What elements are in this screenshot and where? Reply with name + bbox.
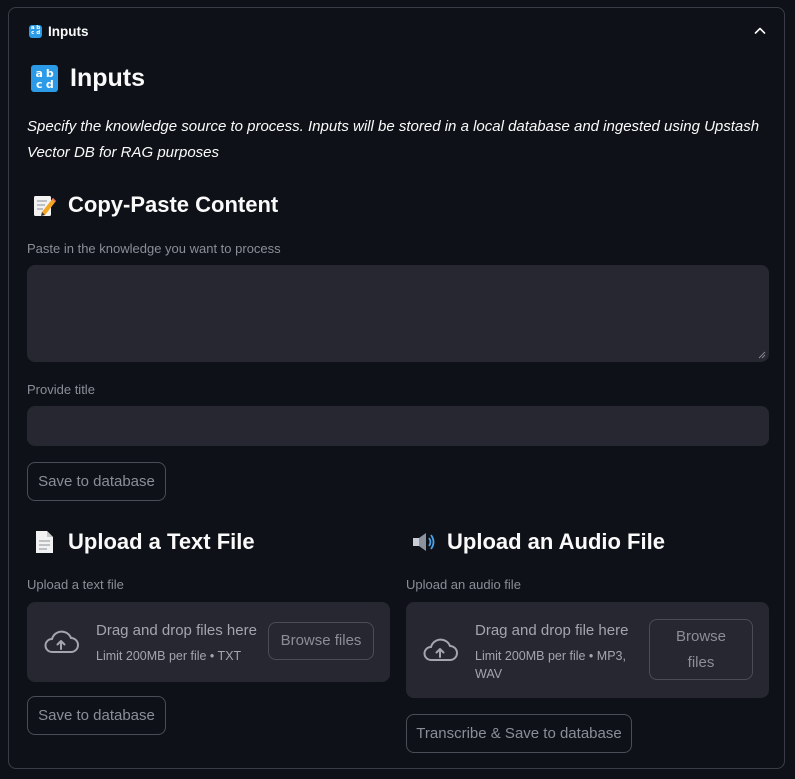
browse-files-button[interactable]: Browse files: [268, 622, 374, 660]
expander-header[interactable]: abcd Inputs: [9, 8, 784, 54]
title-label: Provide title: [27, 382, 95, 397]
resize-grip-icon[interactable]: [758, 351, 766, 359]
audio-file-dropzone[interactable]: Drag and drop file here Limit 200MB per …: [406, 602, 769, 698]
page-title-text: Inputs: [70, 64, 145, 92]
save-to-database-button[interactable]: Save to database: [27, 462, 166, 501]
page-description: Specify the knowledge source to process.…: [27, 118, 760, 161]
transcribe-save-button[interactable]: Transcribe & Save to database: [406, 714, 632, 753]
cloud-upload-icon: [44, 630, 79, 653]
page-title: abcd Inputs: [31, 64, 145, 93]
text-upload-label: Upload a text file: [27, 577, 124, 592]
textarea-label: Paste in the knowledge you want to proce…: [27, 241, 281, 256]
memo-icon: [34, 196, 56, 216]
chevron-up-icon[interactable]: [752, 23, 768, 39]
dropzone-instructions: Drag and drop files here: [96, 622, 257, 639]
text-upload-heading: Upload a Text File: [31, 529, 255, 555]
save-text-file-button[interactable]: Save to database: [27, 696, 166, 735]
inputs-expander: abcd Inputs abcd Inputs Specify the know…: [8, 7, 785, 769]
abcd-input-icon: abcd: [31, 65, 58, 92]
audio-upload-label: Upload an audio file: [406, 577, 521, 592]
audio-upload-heading: Upload an Audio File: [410, 529, 665, 555]
abcd-input-icon: abcd: [29, 24, 42, 38]
knowledge-textarea[interactable]: [27, 265, 769, 362]
audio-upload-heading-text: Upload an Audio File: [447, 529, 665, 554]
browse-files-button[interactable]: Browse files: [649, 619, 753, 680]
text-file-dropzone[interactable]: Drag and drop files here Limit 200MB per…: [27, 602, 390, 682]
title-input[interactable]: [27, 406, 769, 446]
page-icon: [36, 531, 53, 553]
cloud-upload-icon: [423, 638, 458, 661]
text-upload-heading-text: Upload a Text File: [68, 529, 255, 554]
dropzone-limit: Limit 200MB per file • TXT: [96, 649, 242, 663]
expander-title: Inputs: [48, 23, 89, 39]
dropzone-limit: Limit 200MB per file • MP3, WAV: [475, 649, 626, 681]
copy-paste-heading: Copy-Paste Content: [31, 192, 278, 218]
speaker-icon: [413, 533, 435, 551]
dropzone-instructions: Drag and drop file here: [475, 622, 629, 639]
copy-paste-heading-text: Copy-Paste Content: [68, 192, 279, 217]
